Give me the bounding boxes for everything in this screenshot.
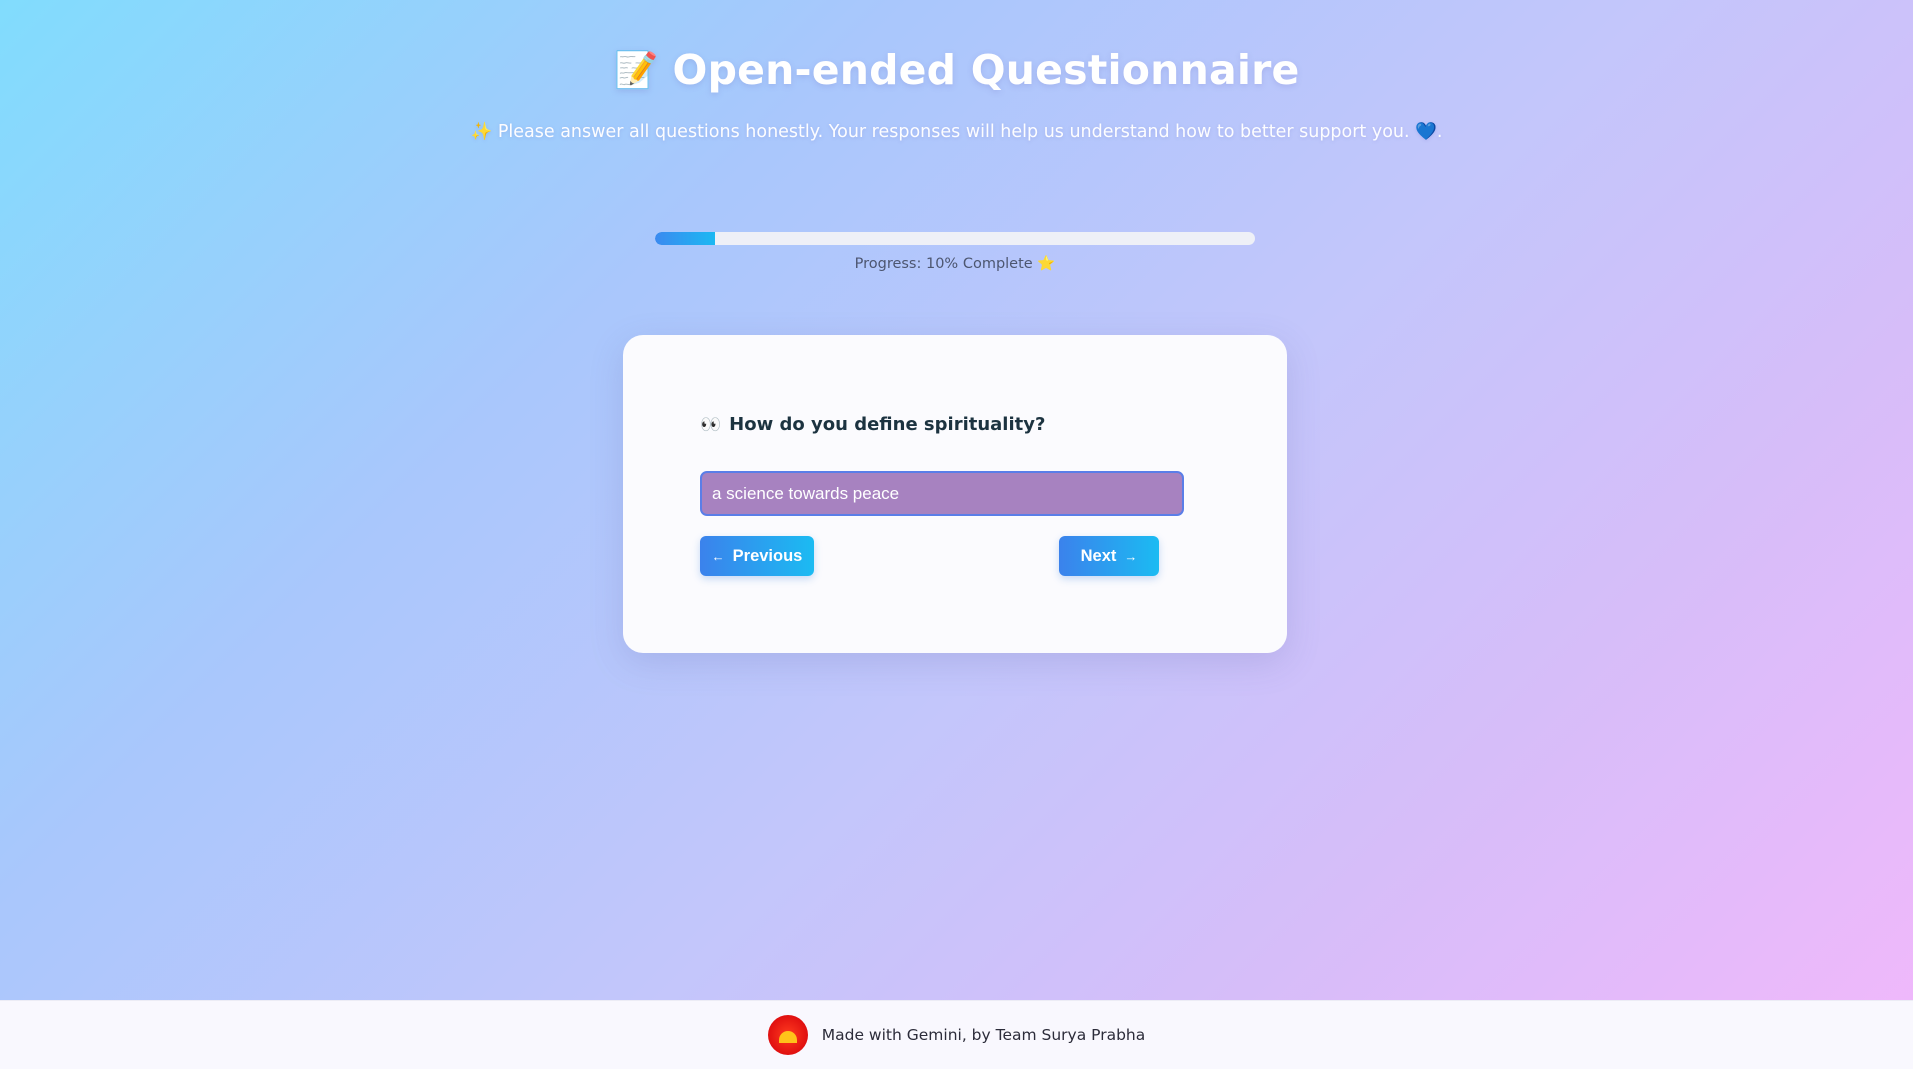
answer-input[interactable]	[700, 471, 1184, 516]
question-heading: 👀 How do you define spirituality?	[700, 414, 1045, 435]
question-text: How do you define spirituality?	[729, 414, 1046, 435]
page-subtitle: ✨ Please answer all questions honestly. …	[470, 122, 1443, 142]
arrow-right-icon: →	[1124, 548, 1138, 564]
previous-button-label: Previous	[732, 546, 803, 565]
footer: Made with Gemini, by Team Surya Prabha	[0, 1000, 1913, 1069]
page-title-text: Open-ended Questionnaire	[672, 46, 1300, 94]
question-card: 👀 How do you define spirituality? ← Prev…	[623, 335, 1287, 653]
eyes-icon: 👀	[700, 414, 722, 435]
page-title: 📝 Open-ended Questionnaire	[613, 46, 1299, 94]
previous-button[interactable]: ← Previous	[700, 536, 814, 576]
arrow-left-icon: ←	[711, 548, 725, 564]
memo-icon: 📝	[613, 50, 659, 91]
next-button[interactable]: Next →	[1059, 536, 1159, 576]
sun-shape	[778, 1031, 797, 1043]
next-button-label: Next	[1080, 546, 1117, 565]
progress-label: Progress: 10% Complete ⭐	[854, 256, 1056, 272]
sun-logo-icon	[767, 1015, 808, 1055]
footer-text: Made with Gemini, by Team Surya Prabha	[821, 1026, 1146, 1044]
page: 📝 Open-ended Questionnaire ✨ Please answ…	[0, 0, 1913, 1000]
progress-bar	[655, 232, 1255, 245]
header: 📝 Open-ended Questionnaire ✨ Please answ…	[0, 46, 1913, 142]
progress-fill	[655, 232, 715, 245]
progress-section: Progress: 10% Complete ⭐	[655, 232, 1255, 272]
